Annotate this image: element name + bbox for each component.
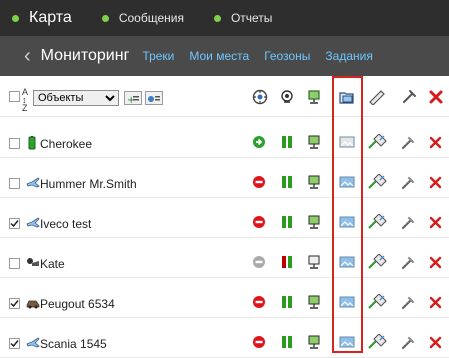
battery-icon — [26, 136, 38, 150]
list-item[interactable]: Hummer Mr.Smith — [0, 157, 449, 198]
unit-checkbox[interactable] — [9, 258, 20, 269]
sort-az-icon[interactable]: A↕Z — [22, 87, 31, 113]
tools-icon[interactable] — [401, 89, 417, 105]
status-dot-icon — [213, 14, 221, 22]
list-item[interactable]: Peugout 6534 — [0, 277, 449, 318]
pause-icon[interactable] — [280, 215, 296, 231]
monitoring-navigation: ‹ Мониторинг Треки Мои места Геозоны Зад… — [0, 36, 449, 76]
nav-item-reports[interactable]: Отчеты — [213, 11, 273, 25]
nav-item-map[interactable]: Карта — [12, 9, 72, 27]
monitor-icon[interactable] — [306, 215, 322, 231]
unit-checkbox[interactable] — [9, 218, 20, 229]
unit-name: Scania 1545 — [40, 337, 107, 351]
person-icon — [26, 256, 39, 268]
command-icon[interactable] — [367, 253, 387, 270]
delete-all-icon[interactable] — [428, 89, 444, 105]
sort-label: A↕Z — [22, 87, 29, 113]
unit-checkbox[interactable] — [9, 178, 20, 189]
status-dot-icon — [101, 14, 109, 22]
wrench-icon[interactable] — [400, 135, 416, 151]
tab-my-places[interactable]: Мои места — [189, 49, 249, 63]
expand-list-icon[interactable]: + — [124, 91, 142, 106]
monitor-icon[interactable] — [306, 295, 322, 311]
unit-name: Hummer Mr.Smith — [40, 177, 137, 191]
command-icon[interactable] — [367, 133, 387, 150]
pause-icon[interactable] — [280, 255, 296, 271]
list-toolbar: A↕Z Объекты + — [0, 76, 449, 117]
status-stop-icon — [252, 175, 268, 191]
nav-item-messages[interactable]: Сообщения — [101, 11, 184, 25]
image-icon[interactable] — [339, 135, 355, 151]
plane-icon — [26, 336, 40, 348]
status-stop-icon — [252, 215, 268, 231]
list-item[interactable]: Iveco test — [0, 197, 449, 238]
top-navigation: Карта Сообщения Отчеты — [0, 0, 449, 36]
monitor-icon[interactable] — [306, 255, 322, 271]
select-all-checkbox[interactable] — [9, 91, 20, 102]
pause-icon[interactable] — [280, 335, 296, 351]
watch-all-icon[interactable] — [279, 89, 295, 105]
list-item[interactable]: Kate — [0, 237, 449, 278]
delete-icon[interactable] — [429, 216, 445, 232]
status-dot-icon — [12, 14, 19, 22]
tab-tracks[interactable]: Треки — [142, 49, 174, 63]
wrench-icon[interactable] — [400, 335, 416, 351]
nav-label-map: Карта — [29, 9, 72, 26]
status-stop-icon — [252, 335, 268, 351]
unit-checkbox[interactable] — [9, 298, 20, 309]
list-item[interactable]: Cherokee — [0, 117, 449, 158]
unit-checkbox[interactable] — [9, 138, 20, 149]
nav-label-messages: Сообщения — [118, 11, 184, 25]
delete-icon[interactable] — [429, 336, 445, 352]
wrench-icon[interactable] — [400, 255, 416, 271]
image-icon[interactable] — [339, 255, 355, 271]
nav-label-reports: Отчеты — [230, 11, 273, 25]
collapse-list-icon[interactable] — [145, 91, 163, 105]
command-icon[interactable] — [367, 333, 387, 350]
monitor-icon[interactable] — [306, 135, 322, 151]
pause-icon[interactable] — [280, 135, 296, 151]
tab-tasks[interactable]: Задания — [325, 49, 372, 63]
command-icon[interactable] — [367, 293, 387, 310]
unit-name: Iveco test — [40, 217, 92, 231]
status-offline-icon — [252, 255, 268, 271]
wrench-icon[interactable] — [400, 175, 416, 191]
back-arrow-icon[interactable]: ‹ — [24, 45, 31, 68]
objects-filter-select[interactable]: Объекты — [33, 90, 119, 106]
image-icon[interactable] — [339, 335, 355, 351]
command-icon[interactable] — [368, 89, 385, 106]
locate-all-icon[interactable] — [252, 89, 268, 105]
wrench-icon[interactable] — [400, 215, 416, 231]
car-icon — [26, 296, 40, 309]
image-icon[interactable] — [339, 215, 355, 231]
delete-icon[interactable] — [429, 296, 445, 312]
monitor-all-icon[interactable] — [306, 89, 322, 105]
tab-geofences[interactable]: Геозоны — [264, 49, 310, 63]
wrench-icon[interactable] — [400, 295, 416, 311]
image-icon[interactable] — [339, 175, 355, 191]
command-icon[interactable] — [367, 213, 387, 230]
image-icon[interactable] — [339, 295, 355, 311]
unit-name: Cherokee — [40, 137, 93, 151]
command-icon[interactable] — [367, 173, 387, 190]
delete-icon[interactable] — [429, 176, 445, 192]
image-folder-icon[interactable] — [338, 89, 354, 105]
unit-name: Peugout 6534 — [40, 297, 115, 311]
pause-icon[interactable] — [280, 175, 296, 191]
page-title: Мониторинг — [40, 47, 130, 64]
monitor-icon[interactable] — [306, 335, 322, 351]
plane-icon — [26, 216, 40, 228]
monitor-icon[interactable] — [306, 175, 322, 191]
pause-icon[interactable] — [280, 295, 296, 311]
delete-icon[interactable] — [429, 136, 445, 152]
unit-name: Kate — [40, 257, 65, 271]
unit-checkbox[interactable] — [9, 338, 20, 349]
status-stop-icon — [252, 295, 268, 311]
delete-icon[interactable] — [429, 256, 445, 272]
plane-icon — [26, 176, 40, 188]
status-ok-icon — [252, 135, 268, 151]
list-item[interactable]: Scania 1545 — [0, 317, 449, 358]
